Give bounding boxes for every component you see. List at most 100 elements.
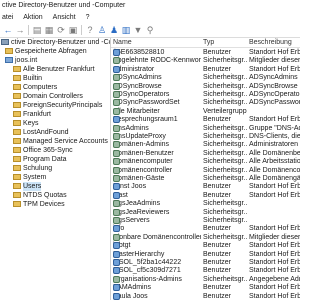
list-item-name-text: MasterHierarchy bbox=[113, 250, 165, 258]
user-icon bbox=[113, 284, 120, 292]
list-item-name-text: Domänencomputer bbox=[113, 158, 173, 166]
user-icon bbox=[113, 49, 120, 56]
group-icon bbox=[113, 200, 120, 208]
refresh-icon[interactable]: ⟳ bbox=[56, 25, 66, 35]
group-icon bbox=[113, 141, 120, 149]
column-header-type[interactable]: Typ bbox=[203, 38, 214, 47]
list-item-name-text: ADSyncBrowse bbox=[113, 82, 162, 90]
window-title: ctive Directory-Benutzer und -Computer bbox=[2, 2, 126, 9]
folder-icon bbox=[13, 93, 21, 99]
tree-item-foreign-security-principals[interactable]: ForeignSecurityPrincipals bbox=[13, 101, 102, 110]
tree-item-ntds-quotas[interactable]: NTDS Quotas bbox=[13, 191, 67, 200]
tree-item-builtin[interactable]: Builtin bbox=[13, 74, 42, 83]
console-tree: ctive Directory-Benutzer und -Computer [… bbox=[0, 38, 111, 300]
group-icon bbox=[113, 166, 120, 174]
user-icon bbox=[113, 191, 120, 199]
tree-item-program-data[interactable]: Program Data bbox=[13, 155, 67, 164]
folder-icon bbox=[13, 111, 21, 117]
new-group-icon[interactable]: ♟ bbox=[109, 25, 119, 35]
folder-icon bbox=[13, 75, 21, 81]
tree-item-tpm-devices[interactable]: TPM Devices bbox=[13, 200, 65, 209]
tree-item-domain-controllers[interactable]: Domain Controllers bbox=[13, 92, 83, 101]
tree-item-system[interactable]: System bbox=[13, 173, 46, 182]
folder-icon bbox=[5, 48, 13, 54]
column-header-name[interactable]: Name bbox=[113, 38, 132, 47]
folder-icon bbox=[13, 201, 21, 207]
console-tree-icon[interactable]: ▤ bbox=[32, 25, 42, 35]
user-icon bbox=[113, 292, 120, 300]
tree-item-keys[interactable]: Keys bbox=[13, 119, 39, 128]
toolbar: ← → ▤ ▦ ⟳ ▣ ? ♙ ♟ ▥ ▼ ⚲ bbox=[0, 23, 300, 38]
folder-icon bbox=[13, 156, 21, 162]
group-icon bbox=[113, 217, 120, 224]
list-item[interactable]: Paula JoosBenutzer Standort Hof Erbach bbox=[111, 292, 300, 300]
list-item-name-text: Abgelehnte RODC-Kennwort... bbox=[113, 57, 201, 65]
list-item-name-text: HgsJeaReviewers bbox=[113, 208, 170, 216]
find-icon[interactable]: ⚲ bbox=[145, 25, 155, 35]
toolbar-separator bbox=[81, 25, 82, 35]
user-icon bbox=[113, 259, 120, 266]
properties-icon[interactable]: ▦ bbox=[44, 25, 54, 35]
tree-item-computers[interactable]: Computers bbox=[13, 83, 57, 92]
tree-item-office-365-sync[interactable]: Office 365-Sync bbox=[13, 146, 73, 155]
group-icon bbox=[113, 208, 120, 216]
list-item-name-text: ADSyncAdmins bbox=[113, 74, 162, 82]
tree-item-frankfurt[interactable]: Frankfurt bbox=[13, 110, 51, 119]
folder-icon bbox=[13, 174, 21, 180]
help-icon[interactable]: ? bbox=[85, 25, 95, 35]
list-item-name-text: ADSyncOperators bbox=[113, 91, 170, 98]
menu-item-datei[interactable]: atei bbox=[2, 12, 13, 23]
list-item-name-text: Domänen-Benutzer bbox=[113, 149, 174, 157]
group-icon bbox=[113, 82, 120, 90]
list-item-name-text: $5E6638528810 bbox=[113, 49, 165, 56]
folder-icon bbox=[13, 120, 21, 126]
folder-icon bbox=[13, 147, 21, 153]
group-icon bbox=[113, 158, 120, 166]
user-icon bbox=[113, 242, 120, 250]
domain-icon bbox=[5, 57, 13, 63]
tree-item-lost-and-found[interactable]: LostAndFound bbox=[13, 128, 69, 137]
menu-item-help[interactable]: ? bbox=[86, 12, 90, 23]
tree-item-managed-service-accounts[interactable]: Managed Service Accounts bbox=[13, 137, 108, 146]
title-bar: ctive Directory-Benutzer und -Computer bbox=[0, 0, 300, 12]
menu-item-aktion[interactable]: Aktion bbox=[23, 12, 42, 23]
folder-icon bbox=[13, 84, 21, 90]
list-header: Name Typ Beschreibung bbox=[111, 38, 300, 48]
list-item-name-text: ADSyncPasswordSet bbox=[113, 99, 180, 107]
group-icon bbox=[113, 99, 120, 107]
export-list-icon[interactable]: ▣ bbox=[68, 25, 78, 35]
column-header-description[interactable]: Beschreibung bbox=[249, 38, 292, 47]
filter-icon[interactable]: ▼ bbox=[133, 25, 143, 35]
user-icon bbox=[113, 65, 120, 73]
tree-item-saved-queries[interactable]: Gespeicherte Abfragen bbox=[5, 47, 87, 56]
new-user-icon[interactable]: ♙ bbox=[97, 25, 107, 35]
folder-icon bbox=[13, 165, 21, 171]
list-item-type: Benutzer bbox=[203, 292, 232, 300]
user-icon bbox=[113, 183, 120, 191]
group-icon bbox=[113, 74, 120, 82]
list-item-name-text: MSOL_5f2ba1c44222 bbox=[113, 259, 182, 266]
list-item-name-text: Domänen-Admins bbox=[113, 141, 170, 149]
user-icon bbox=[113, 267, 120, 275]
forward-arrow-icon[interactable]: → bbox=[15, 25, 25, 35]
new-ou-icon[interactable]: ▥ bbox=[121, 25, 131, 35]
tree-item-alle-benutzer-frankfurt[interactable]: Alle Benutzer Frankfurt bbox=[13, 65, 95, 74]
list-item-description: Standort Hof Erbach bbox=[249, 292, 300, 300]
folder-icon bbox=[13, 66, 21, 72]
list-item-name-text: Organisations-Admins bbox=[113, 275, 182, 283]
group-icon bbox=[113, 275, 120, 283]
group-icon bbox=[113, 124, 120, 132]
list-item-name-text: HgsJeaAdmins bbox=[113, 200, 161, 208]
tree-item-domain[interactable]: joos.int bbox=[5, 56, 37, 65]
list-item-name-text: Domänencontroller bbox=[113, 166, 173, 174]
tree-item-users[interactable]: Users bbox=[13, 182, 42, 191]
object-list: $5E6638528810 Benutzer Standort Hof Erbach… bbox=[111, 48, 300, 300]
folder-icon bbox=[13, 129, 21, 135]
tree-item-schulung[interactable]: Schulung bbox=[13, 164, 52, 173]
list-item-name-text: MSOL_cf5c309d7271 bbox=[113, 267, 181, 275]
tree-root[interactable]: ctive Directory-Benutzer und -Computer [… bbox=[1, 38, 110, 47]
back-arrow-icon[interactable]: ← bbox=[3, 25, 13, 35]
group-icon bbox=[113, 175, 120, 182]
folder-icon bbox=[13, 192, 21, 198]
menu-item-ansicht[interactable]: Ansicht bbox=[53, 12, 76, 23]
